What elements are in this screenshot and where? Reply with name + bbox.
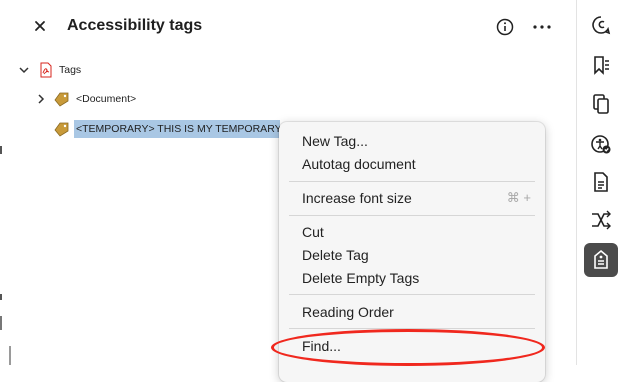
clipped-glyph [0,316,2,330]
shortcut-hint: ⌘ + [506,190,531,205]
menu-item-reading-order[interactable]: Reading Order [302,304,394,320]
tree-item-tags-root[interactable]: Tags [18,62,81,78]
accessibility-check-icon[interactable] [589,132,613,156]
chevron-right-icon[interactable] [35,93,47,105]
panel-header: Accessibility tags [0,0,575,56]
tree-item-temporary[interactable]: <TEMPORARY> THIS IS MY TEMPORARY TAG [53,120,280,138]
comment-icon[interactable] [589,13,613,37]
info-icon[interactable] [496,18,514,36]
chevron-down-icon[interactable] [18,64,30,76]
scrollbar-fragment [9,346,11,365]
document-properties-icon[interactable] [589,170,613,194]
right-toolbar [576,0,624,365]
menu-item-cut[interactable]: Cut [302,224,324,240]
copy-pages-icon[interactable] [589,92,613,116]
tree-item-label: <Document> [76,93,137,105]
tree-item-label: <TEMPORARY> THIS IS MY TEMPORARY TAG [74,120,280,138]
tag-icon [53,91,71,107]
clipped-glyph [0,294,2,300]
menu-item-increase-font-size[interactable]: Increase font size [302,190,412,206]
compare-icon[interactable] [589,208,613,232]
panel-title: Accessibility tags [67,17,203,34]
menu-item-delete-empty-tags[interactable]: Delete Empty Tags [302,270,419,286]
accessibility-tags-icon[interactable] [589,248,613,272]
pdf-file-icon [38,62,54,78]
clipped-glyph [0,146,2,154]
menu-item-new-tag[interactable]: New Tag... [302,133,368,149]
menu-separator [289,215,535,216]
tree-item-document[interactable]: <Document> [35,91,136,107]
menu-item-delete-tag[interactable]: Delete Tag [302,247,369,263]
more-options-icon[interactable] [531,18,553,36]
tag-icon [53,121,71,137]
menu-separator [289,181,535,182]
highlight-annotation-oval [271,329,545,366]
menu-separator [289,294,535,295]
bookmark-list-icon[interactable] [589,53,613,77]
menu-item-autotag-document[interactable]: Autotag document [302,156,416,172]
close-icon[interactable] [31,17,49,35]
tree-item-label: Tags [59,64,82,76]
